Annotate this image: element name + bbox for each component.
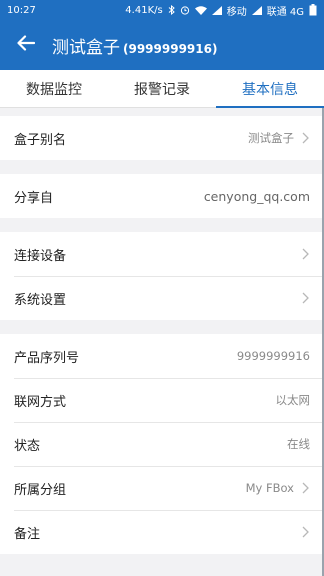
network-speed: 4.41K/s (125, 4, 163, 16)
chevron-right-icon (300, 525, 310, 539)
signal-icon (211, 5, 222, 15)
section-divider (0, 218, 324, 232)
system-settings-label: 系统设置 (14, 292, 67, 308)
bluetooth-icon (168, 5, 175, 15)
chevron-right-icon (300, 247, 310, 261)
section-divider (0, 160, 324, 174)
network-label: 联网方式 (14, 394, 67, 410)
status-bar: 10:27 4.41K/s 移动 联通 4G (0, 0, 324, 20)
status-row: 状态 在线 (0, 422, 324, 466)
page-title: 测试盒子 (9999999916) (52, 33, 217, 58)
chevron-right-icon (300, 131, 310, 145)
share-label: 分享自 (14, 190, 54, 206)
alias-label: 盒子别名 (14, 132, 67, 148)
network-row: 联网方式 以太网 (0, 378, 324, 422)
serial-row: 产品序列号 9999999916 (0, 334, 324, 378)
alias-group: 盒子别名 测试盒子 (0, 116, 324, 160)
app-bar: 测试盒子 (9999999916) (0, 20, 324, 70)
alias-row[interactable]: 盒子别名 测试盒子 (0, 116, 324, 160)
alarm-icon (180, 5, 190, 15)
share-group: 分享自 cenyong_qq.com (0, 174, 324, 218)
tab-basic-info[interactable]: 基本信息 (216, 70, 324, 108)
chevron-right-icon (300, 481, 310, 495)
info-list: 盒子别名 测试盒子 分享自 cenyong_qq.com 连接设备 系统设置 产… (0, 108, 324, 554)
serial-value: 9999999916 (236, 349, 310, 363)
note-row[interactable]: 备注 (0, 510, 324, 554)
page-subtitle: (9999999916) (123, 41, 218, 56)
share-row: 分享自 cenyong_qq.com (0, 174, 324, 218)
group-value: My FBox (245, 481, 294, 495)
carrier-label-2: 联通 4G (266, 6, 304, 18)
wifi-icon (194, 5, 207, 15)
group-label: 所属分组 (14, 482, 67, 498)
network-value: 以太网 (275, 393, 311, 407)
section-divider (0, 320, 324, 334)
tab-alarm-records[interactable]: 报警记录 (108, 70, 216, 107)
serial-label: 产品序列号 (14, 350, 80, 366)
tab-data-monitor[interactable]: 数据监控 (0, 70, 108, 107)
battery-icon (309, 4, 317, 16)
tab-bar: 数据监控 报警记录 基本信息 (0, 70, 324, 108)
arrow-left-icon (17, 35, 36, 55)
group-row[interactable]: 所属分组 My FBox (0, 466, 324, 510)
chevron-right-icon (300, 291, 310, 305)
system-settings-row[interactable]: 系统设置 (0, 276, 324, 320)
detail-group: 产品序列号 9999999916 联网方式 以太网 状态 在线 所属分组 My … (0, 334, 324, 554)
alias-value: 测试盒子 (248, 131, 294, 145)
status-time: 10:27 (7, 4, 36, 16)
connect-device-row[interactable]: 连接设备 (0, 232, 324, 276)
note-label: 备注 (14, 526, 41, 542)
section-divider (0, 108, 324, 116)
share-value: cenyong_qq.com (203, 188, 310, 204)
connect-device-label: 连接设备 (14, 248, 67, 264)
status-value: 在线 (287, 437, 310, 451)
signal-icon (251, 5, 262, 15)
status-right: 4.41K/s 移动 联通 4G (125, 3, 317, 18)
page-title-text: 测试盒子 (52, 37, 120, 58)
back-button[interactable] (0, 20, 52, 70)
carrier-label-1: 移动 (226, 6, 247, 18)
status-label: 状态 (14, 438, 41, 454)
device-group: 连接设备 系统设置 (0, 232, 324, 320)
